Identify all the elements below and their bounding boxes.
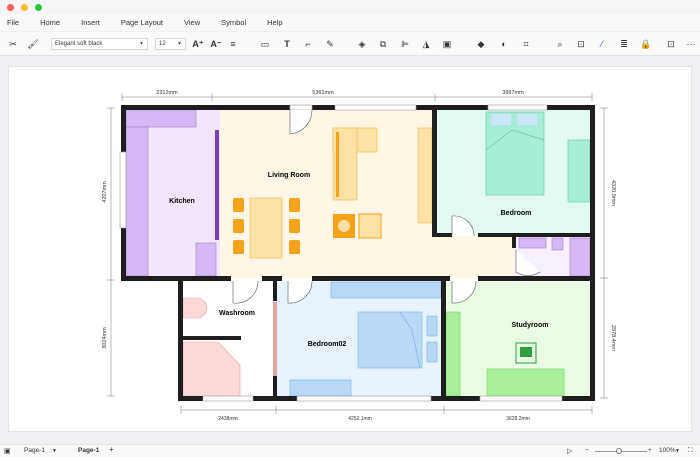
dining-chair — [233, 240, 244, 254]
window — [479, 395, 563, 402]
window — [296, 395, 432, 402]
room-label-bedroom: Bedroom — [501, 210, 532, 217]
chevron-down-icon[interactable]: ▼ — [675, 448, 680, 454]
wall-mid-left — [121, 276, 231, 281]
dining-table — [249, 197, 283, 259]
dining-chair — [289, 240, 300, 254]
toilet — [182, 297, 208, 319]
wall-mid-center — [312, 276, 450, 281]
zoom-in-icon[interactable]: + — [648, 447, 652, 454]
dimension-right-2: 2978.4mm — [610, 325, 616, 351]
sofa-arm — [336, 132, 339, 197]
desk-02 — [289, 379, 352, 397]
closet-storage — [569, 237, 591, 277]
room-label-studyroom: Studyroom — [512, 322, 549, 329]
fullscreen-icon[interactable]: ⛶ — [688, 447, 693, 455]
room-label-bedroom02: Bedroom02 — [308, 341, 347, 348]
dimension-top-1: 2312mm — [156, 90, 178, 96]
window — [202, 395, 254, 402]
room-label-kitchen: Kitchen — [169, 198, 195, 205]
dimension-top-3: 3997mm — [502, 90, 524, 96]
chevron-down-icon[interactable]: ▼ — [52, 448, 57, 454]
armchair-cushion — [338, 220, 350, 232]
floor-plan[interactable]: Kitchen Living Room Bedroom Washroom Bed… — [0, 0, 700, 457]
wall-right — [590, 105, 595, 401]
pillow-02 — [426, 315, 438, 337]
study-desk — [486, 368, 565, 397]
wall-shower — [183, 336, 241, 340]
wardrobe-02 — [330, 281, 442, 299]
wall-study-left — [441, 278, 446, 398]
wall-bedroom-bottom — [432, 233, 452, 237]
wall-washroom-divider — [273, 376, 277, 398]
pillow-02 — [426, 341, 438, 363]
page-tab-1[interactable]: Page-1 — [78, 447, 99, 454]
closet-shelf — [518, 237, 547, 249]
page-list-icon[interactable]: ▣ — [4, 447, 11, 455]
dimension-top-2: 5361mm — [312, 90, 334, 96]
window — [487, 104, 548, 111]
room-label-living-room: Living Room — [268, 172, 310, 179]
zoom-slider-handle[interactable] — [616, 448, 622, 454]
kitchen-fridge — [195, 242, 217, 277]
kitchen-counter-left — [125, 126, 149, 277]
wall-washroom-left — [178, 276, 183, 401]
window — [334, 104, 417, 111]
pillow — [517, 114, 537, 125]
dining-chair — [233, 198, 244, 212]
wall-mid-right — [478, 276, 595, 281]
tv-cabinet — [417, 127, 433, 224]
dimension-left-2: 3024mm — [102, 327, 108, 349]
wall-bedroom-bottom — [478, 233, 595, 237]
window — [119, 151, 127, 229]
dimension-bottom-1: 2438mm — [218, 416, 237, 422]
wall-bedroom-left — [432, 108, 437, 236]
zoom-level[interactable]: 100% — [659, 447, 676, 454]
room-label-washroom: Washroom — [219, 310, 255, 317]
kitchen-window — [215, 130, 219, 240]
status-bar: ▣ Page-1 ▼ Page-1 + ▷ − + 100% ▼ ⛶ — [0, 444, 700, 457]
bookshelf — [445, 311, 461, 397]
page-selector[interactable]: Page-1 — [24, 447, 45, 454]
bed-02 — [357, 311, 423, 369]
add-page-button[interactable]: + — [109, 445, 114, 454]
dining-chair — [289, 198, 300, 212]
wall-mid-segment — [262, 276, 282, 281]
armchair-right — [358, 213, 382, 239]
hallway — [434, 236, 514, 278]
kitchen-counter-top — [125, 109, 197, 128]
wall-closet — [512, 236, 516, 248]
dimension-right-1: 4320.9mm — [610, 180, 616, 206]
dimension-bottom-3: 3628.2mm — [506, 416, 530, 422]
study-chair-seat — [520, 347, 532, 357]
closet-cabinet — [551, 237, 564, 251]
washroom-window — [273, 302, 277, 376]
dining-chair — [233, 219, 244, 233]
dimension-bottom-2: 4252.1mm — [348, 416, 372, 422]
wall-washroom-divider — [273, 281, 277, 301]
zoom-out-icon[interactable]: − — [585, 447, 589, 454]
wardrobe — [567, 139, 591, 203]
window — [289, 104, 313, 111]
pillow — [491, 114, 511, 125]
dimension-left-1: 4207mm — [102, 181, 108, 203]
dining-chair — [289, 219, 300, 233]
play-icon[interactable]: ▷ — [567, 447, 572, 455]
